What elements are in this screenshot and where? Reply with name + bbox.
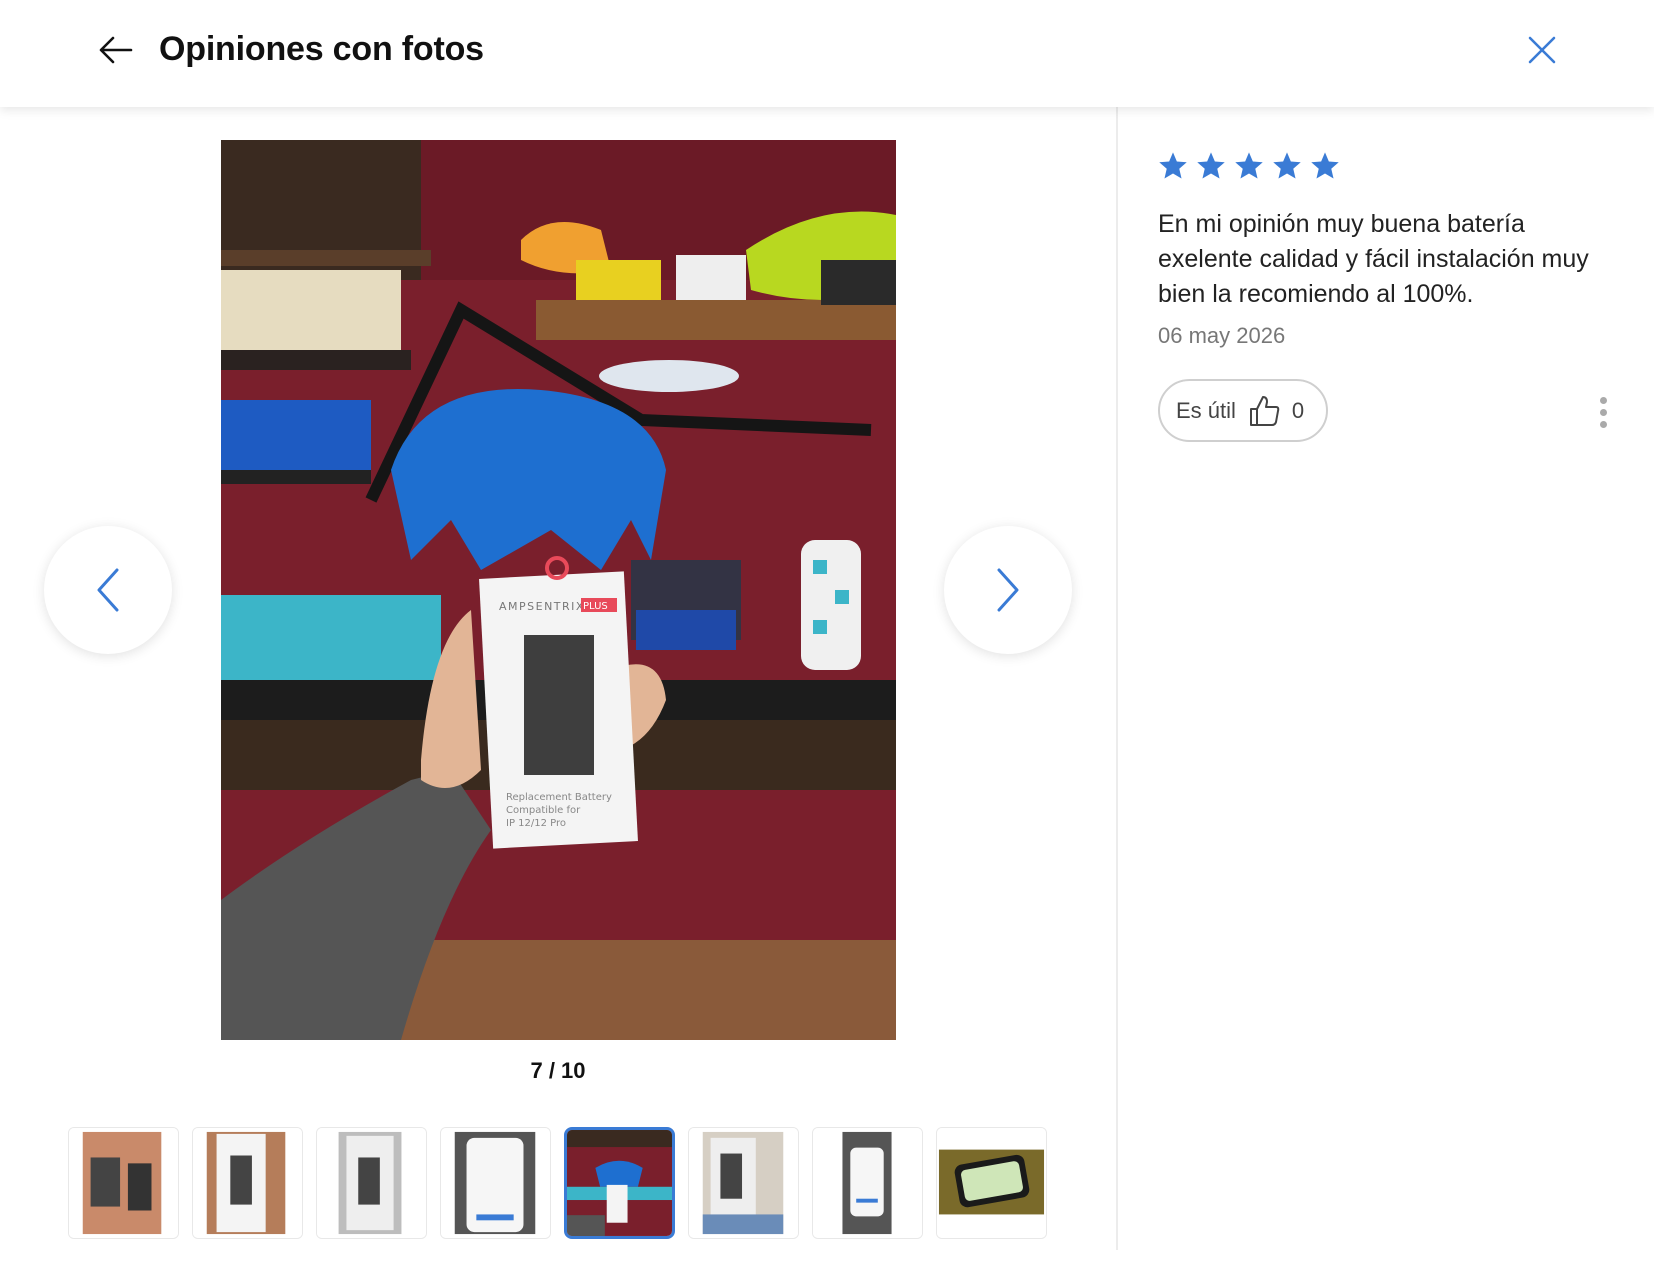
thumbnail-3[interactable] xyxy=(316,1127,427,1239)
review-photo: AMPSENTRIX PLUS Replacement Battery Comp… xyxy=(221,140,896,1040)
svg-text:IP 12/12 Pro: IP 12/12 Pro xyxy=(506,818,566,829)
thumbnail-6[interactable] xyxy=(688,1127,799,1239)
useful-label: Es útil xyxy=(1176,397,1236,423)
thumbnail-7[interactable] xyxy=(812,1127,923,1239)
top-bar: Opiniones con fotos xyxy=(0,0,1654,107)
chevron-right-icon xyxy=(997,568,1019,612)
previous-photo-button[interactable] xyxy=(44,526,172,654)
photo-counter: 7 / 10 xyxy=(530,1058,586,1083)
thumbnail-4[interactable] xyxy=(440,1127,551,1239)
more-options-button[interactable] xyxy=(1588,390,1618,434)
star-icon xyxy=(1159,152,1187,179)
thumbs-up-icon xyxy=(1249,395,1280,426)
arrow-left-icon xyxy=(99,36,133,64)
svg-text:AMPSENTRIX: AMPSENTRIX xyxy=(499,600,585,613)
useful-count: 0 xyxy=(1291,397,1305,423)
back-button[interactable] xyxy=(92,28,140,72)
thumbnail-8[interactable] xyxy=(936,1127,1047,1239)
star-icon xyxy=(1235,152,1263,179)
chevron-left-icon xyxy=(97,568,119,612)
svg-text:Compatible for: Compatible for xyxy=(506,805,581,816)
next-photo-button[interactable] xyxy=(944,526,1072,654)
page-title: Opiniones con fotos xyxy=(159,30,484,68)
thumbnail-strip xyxy=(68,1127,1048,1239)
close-button[interactable] xyxy=(1518,26,1566,74)
svg-text:PLUS: PLUS xyxy=(583,601,608,612)
svg-text:Replacement Battery: Replacement Battery xyxy=(506,792,612,803)
more-vertical-icon xyxy=(1599,396,1607,404)
panel-divider xyxy=(1116,107,1118,1250)
thumbnail-1[interactable] xyxy=(68,1127,179,1239)
review-date: 06 may 2026 xyxy=(1158,323,1286,348)
rating-stars xyxy=(1157,150,1341,182)
star-icon xyxy=(1311,152,1339,179)
thumbnail-5-active[interactable] xyxy=(564,1127,675,1239)
star-icon xyxy=(1273,152,1301,179)
useful-button[interactable]: Es útil 0 xyxy=(1158,379,1328,442)
star-icon xyxy=(1197,152,1225,179)
thumbnail-2[interactable] xyxy=(192,1127,303,1239)
close-icon xyxy=(1528,36,1556,64)
review-text: En mi opinión muy buena batería exelente… xyxy=(1158,210,1589,308)
